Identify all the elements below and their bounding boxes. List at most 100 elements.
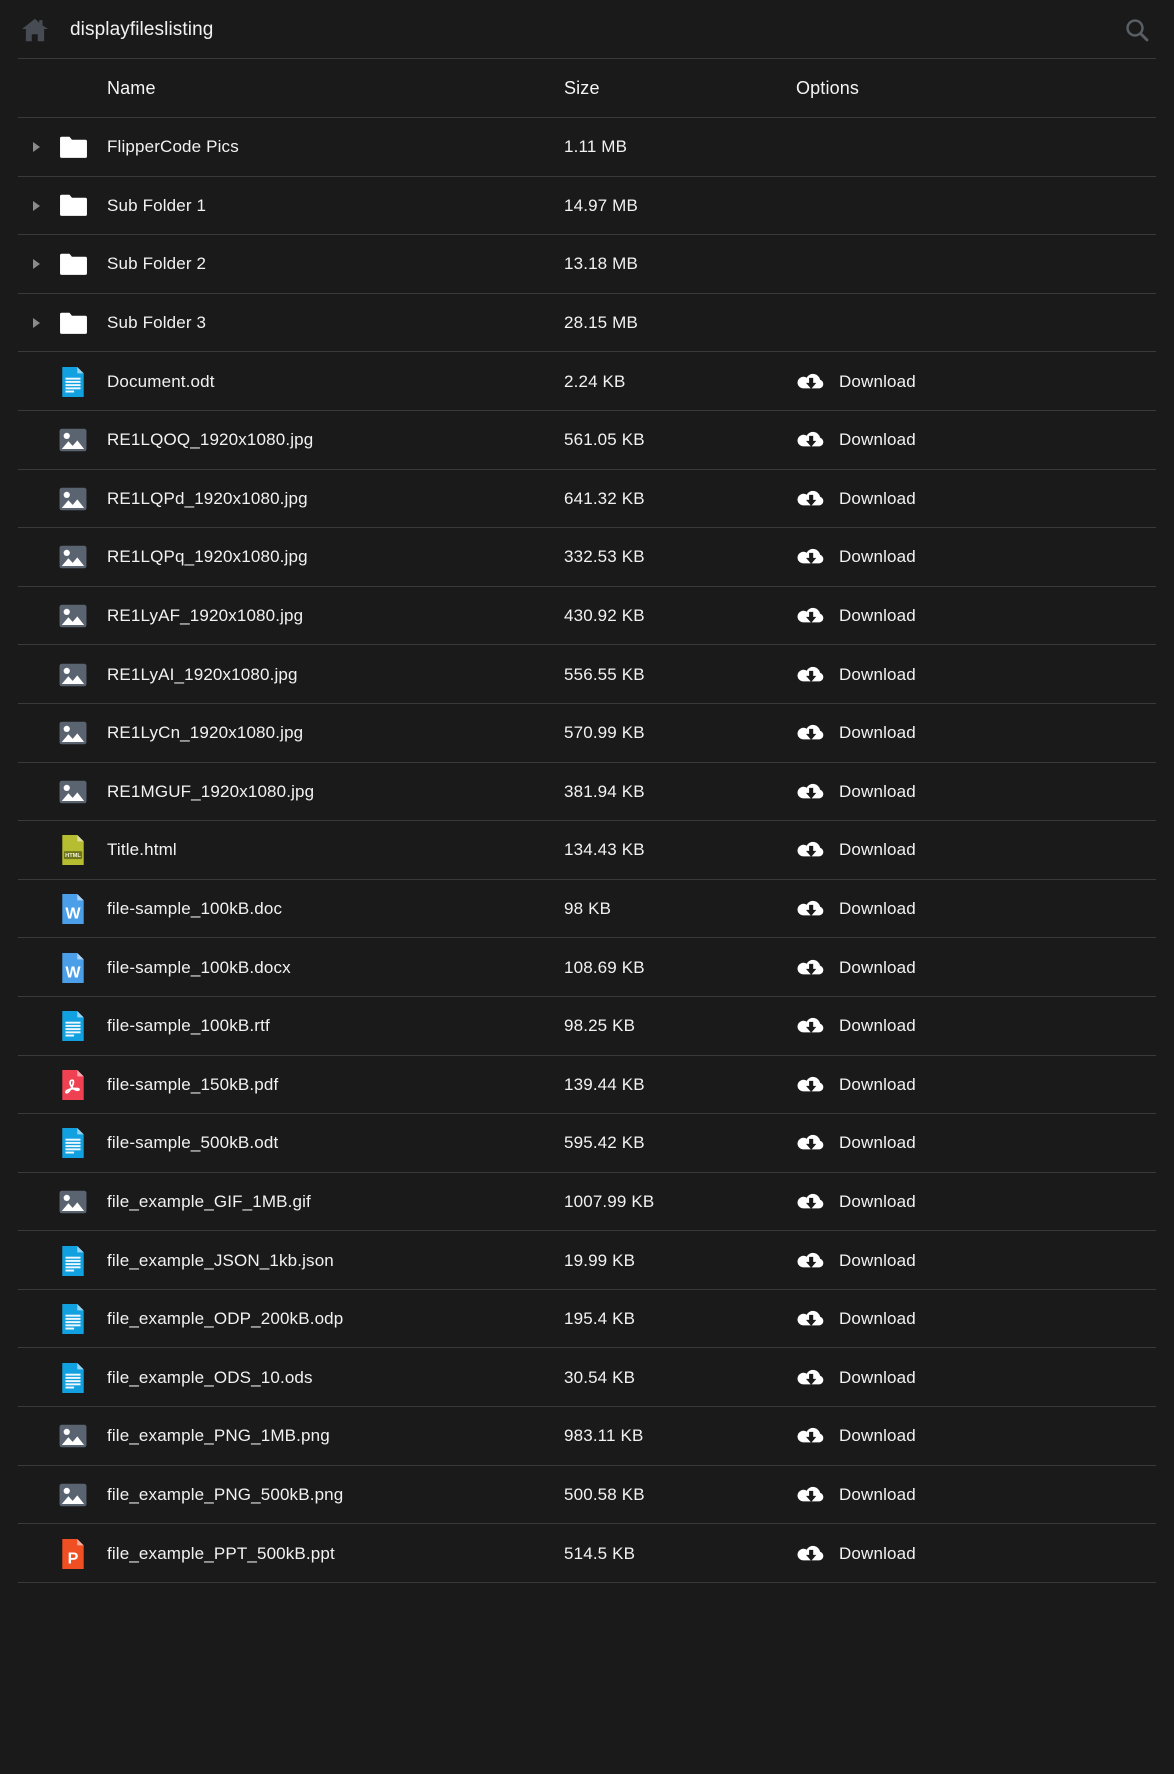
table-row[interactable]: file-sample_100kB.rtf 98.25 KB Download	[0, 997, 1174, 1056]
download-button[interactable]: Download	[796, 1190, 916, 1214]
file-name[interactable]: Title.html	[107, 840, 564, 860]
html-icon: HTML	[56, 835, 107, 866]
download-button[interactable]: Download	[796, 545, 916, 569]
table-row[interactable]: RE1LQPq_1920x1080.jpg 332.53 KB Download	[0, 528, 1174, 587]
expand-arrow-cell[interactable]	[18, 142, 56, 153]
table-row[interactable]: file_example_PNG_500kB.png 500.58 KB Downl…	[0, 1466, 1174, 1525]
table-row[interactable]: file-sample_150kB.pdf 139.44 KB Download	[0, 1056, 1174, 1115]
download-button[interactable]: Download	[796, 1483, 916, 1507]
table-row[interactable]: Pfile_example_PPT_500kB.ppt 514.5 KB Downl…	[0, 1524, 1174, 1583]
cloud-download-icon	[796, 721, 826, 745]
chevron-right-icon[interactable]	[33, 142, 40, 153]
column-header-options: Options	[796, 78, 860, 98]
file-name[interactable]: Sub Folder 1	[107, 196, 564, 216]
table-row[interactable]: RE1LQPd_1920x1080.jpg 641.32 KB Download	[0, 470, 1174, 529]
cloud-download-icon	[796, 1542, 826, 1566]
download-button[interactable]: Download	[796, 1014, 916, 1038]
download-button[interactable]: Download	[796, 1307, 916, 1331]
download-button[interactable]: Download	[796, 780, 916, 804]
file-name[interactable]: file-sample_100kB.rtf	[107, 1016, 564, 1036]
table-row[interactable]: Sub Folder 1 14.97 MB	[0, 177, 1174, 236]
table-row[interactable]: Wfile-sample_100kB.docx 108.69 KB Download	[0, 938, 1174, 997]
download-button[interactable]: Download	[796, 428, 916, 452]
image-icon	[56, 604, 107, 628]
file-name[interactable]: FlipperCode Pics	[107, 137, 564, 157]
search-icon[interactable]	[1120, 13, 1154, 47]
file-name[interactable]: Sub Folder 3	[107, 313, 564, 333]
table-row[interactable]: file_example_GIF_1MB.gif 1007.99 KB Downlo…	[0, 1173, 1174, 1232]
document-icon	[56, 1304, 107, 1335]
table-row[interactable]: Sub Folder 2 13.18 MB	[0, 235, 1174, 294]
file-name[interactable]: RE1LQOQ_1920x1080.jpg	[107, 430, 564, 450]
file-table: Name Size Options FlipperCode Pics 1.11 M…	[0, 59, 1174, 1583]
file-size: 2.24 KB	[564, 371, 626, 391]
download-button[interactable]: Download	[796, 1073, 916, 1097]
file-name[interactable]: file-sample_150kB.pdf	[107, 1075, 564, 1095]
chevron-right-icon[interactable]	[33, 200, 40, 211]
file-size: 28.15 MB	[564, 313, 638, 333]
file-size: 98 KB	[564, 899, 612, 919]
download-button[interactable]: Download	[796, 663, 916, 687]
file-name[interactable]: file-sample_100kB.docx	[107, 958, 564, 978]
table-row[interactable]: Wfile-sample_100kB.doc 98 KB Download	[0, 880, 1174, 939]
expand-arrow-cell[interactable]	[18, 259, 56, 270]
download-button[interactable]: Download	[796, 956, 916, 980]
chevron-right-icon[interactable]	[33, 259, 40, 270]
file-name[interactable]: RE1MGUF_1920x1080.jpg	[107, 782, 564, 802]
file-name[interactable]: file_example_PNG_500kB.png	[107, 1485, 564, 1505]
download-button[interactable]: Download	[796, 487, 916, 511]
download-button[interactable]: Download	[796, 1424, 916, 1448]
download-label: Download	[839, 1074, 916, 1094]
file-name[interactable]: file_example_PNG_1MB.png	[107, 1426, 564, 1446]
file-name[interactable]: RE1LQPd_1920x1080.jpg	[107, 489, 564, 509]
download-label: Download	[839, 1250, 916, 1270]
download-button[interactable]: Download	[796, 604, 916, 628]
table-row[interactable]: HTML Title.html 134.43 KB Download	[0, 821, 1174, 880]
download-button[interactable]: Download	[796, 1542, 916, 1566]
table-row[interactable]: file_example_JSON_1kb.json 19.99 KB Downlo…	[0, 1231, 1174, 1290]
download-button[interactable]: Download	[796, 370, 916, 394]
file-name[interactable]: file_example_GIF_1MB.gif	[107, 1192, 564, 1212]
download-button[interactable]: Download	[796, 721, 916, 745]
options-cell: Download	[796, 897, 1156, 921]
table-row[interactable]: file_example_ODS_10.ods 30.54 KB Download	[0, 1348, 1174, 1407]
table-row[interactable]: FlipperCode Pics 1.11 MB	[0, 118, 1174, 177]
table-row[interactable]: Document.odt 2.24 KB Download	[0, 352, 1174, 411]
cloud-download-icon	[796, 545, 826, 569]
table-row[interactable]: RE1LQOQ_1920x1080.jpg 561.05 KB Download	[0, 411, 1174, 470]
file-size: 514.5 KB	[564, 1543, 636, 1563]
table-row[interactable]: file_example_ODP_200kB.odp 195.4 KB Downlo…	[0, 1290, 1174, 1349]
file-name[interactable]: RE1LyCn_1920x1080.jpg	[107, 723, 564, 743]
table-row[interactable]: Sub Folder 3 28.15 MB	[0, 294, 1174, 353]
table-row[interactable]: RE1LyAI_1920x1080.jpg 556.55 KB Download	[0, 645, 1174, 704]
file-name[interactable]: RE1LyAI_1920x1080.jpg	[107, 665, 564, 685]
download-button[interactable]: Download	[796, 1131, 916, 1155]
expand-arrow-cell[interactable]	[18, 200, 56, 211]
table-row[interactable]: RE1MGUF_1920x1080.jpg 381.94 KB Download	[0, 763, 1174, 822]
chevron-right-icon[interactable]	[33, 318, 40, 329]
download-button[interactable]: Download	[796, 838, 916, 862]
table-row[interactable]: RE1LyAF_1920x1080.jpg 430.92 KB Download	[0, 587, 1174, 646]
options-cell: Download	[796, 1542, 1156, 1566]
table-row[interactable]: RE1LyCn_1920x1080.jpg 570.99 KB Download	[0, 704, 1174, 763]
download-button[interactable]: Download	[796, 1366, 916, 1390]
file-name[interactable]: file_example_ODS_10.ods	[107, 1368, 564, 1388]
file-name[interactable]: file_example_ODP_200kB.odp	[107, 1309, 564, 1329]
file-name[interactable]: Sub Folder 2	[107, 254, 564, 274]
file-name[interactable]: file_example_PPT_500kB.ppt	[107, 1544, 564, 1564]
download-button[interactable]: Download	[796, 897, 916, 921]
file-name[interactable]: Document.odt	[107, 372, 564, 392]
home-icon[interactable]	[18, 13, 52, 47]
file-name[interactable]: RE1LyAF_1920x1080.jpg	[107, 606, 564, 626]
file-name[interactable]: file-sample_100kB.doc	[107, 899, 564, 919]
file-name[interactable]: RE1LQPq_1920x1080.jpg	[107, 547, 564, 567]
file-name[interactable]: file_example_JSON_1kb.json	[107, 1251, 564, 1271]
table-row[interactable]: file-sample_500kB.odt 595.42 KB Download	[0, 1114, 1174, 1173]
options-cell: Download	[796, 1424, 1156, 1448]
table-row[interactable]: file_example_PNG_1MB.png 983.11 KB Downloa…	[0, 1407, 1174, 1466]
download-button[interactable]: Download	[796, 1249, 916, 1273]
cloud-download-icon	[796, 1014, 826, 1038]
expand-arrow-cell[interactable]	[18, 318, 56, 329]
file-name[interactable]: file-sample_500kB.odt	[107, 1133, 564, 1153]
file-size: 13.18 MB	[564, 254, 638, 274]
